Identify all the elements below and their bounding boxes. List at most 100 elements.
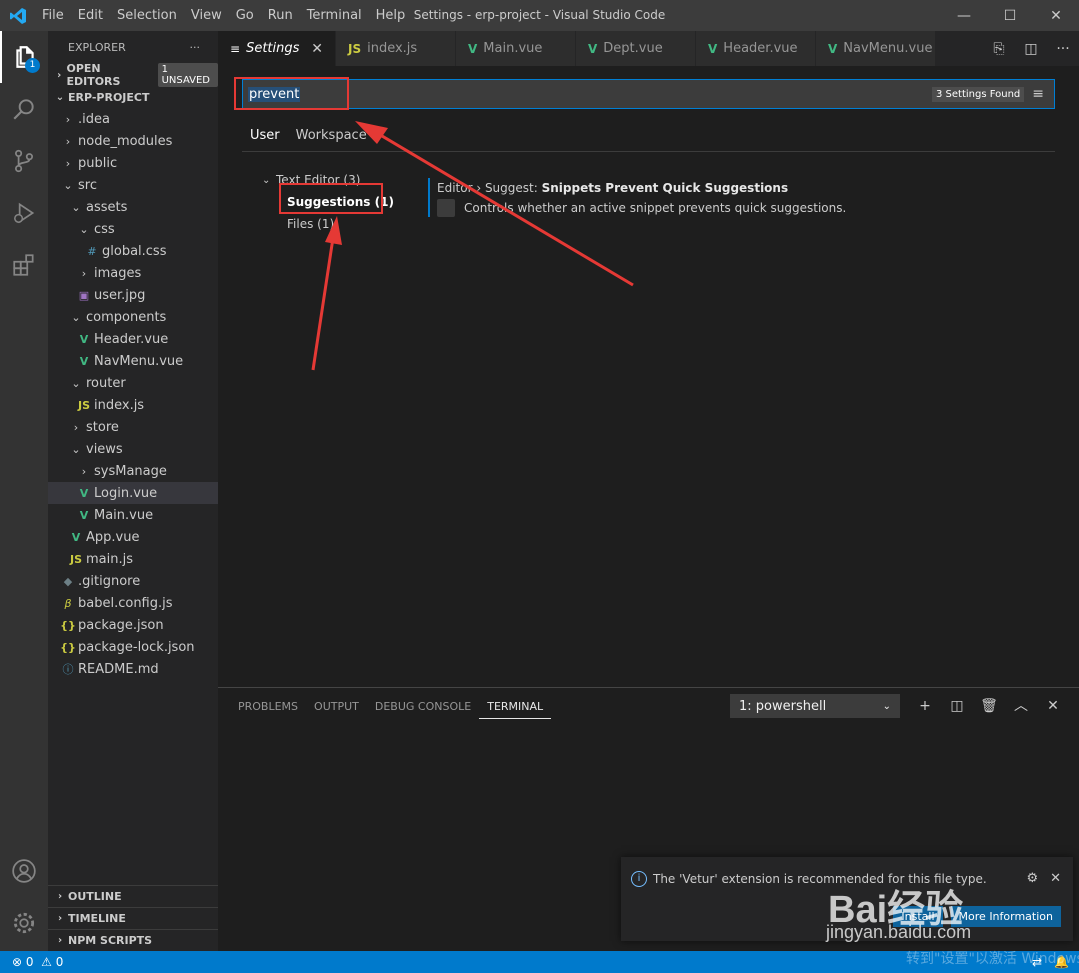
tab-debug-console[interactable]: DEBUG CONSOLE bbox=[367, 696, 479, 719]
tree-item-main-vue[interactable]: V Main.vue bbox=[48, 504, 218, 526]
maximize-button[interactable]: ☐ bbox=[987, 0, 1033, 31]
source-control-button[interactable] bbox=[0, 135, 48, 187]
tree-item-package-lock-json[interactable]: {} package-lock.json bbox=[48, 636, 218, 658]
menu-go[interactable]: Go bbox=[229, 8, 261, 23]
problems-status[interactable]: ⊗ 0 ⚠ 0 bbox=[0, 955, 63, 969]
tree-item-label: main.js bbox=[86, 551, 133, 567]
clear-filter-icon[interactable]: ≡ bbox=[1032, 86, 1044, 102]
tree-item-components[interactable]: ⌄ components bbox=[48, 306, 218, 328]
terminal-select[interactable]: 1: powershell ⌄ bbox=[730, 694, 900, 718]
tree-item-app-vue[interactable]: V App.vue bbox=[48, 526, 218, 548]
timeline-section[interactable]: › TIMELINE bbox=[48, 907, 218, 929]
tab-settings[interactable]: ≡ Settings ✕ bbox=[218, 31, 336, 66]
tree-item-assets[interactable]: ⌄ assets bbox=[48, 196, 218, 218]
tab-terminal[interactable]: TERMINAL bbox=[479, 696, 552, 719]
tab-user[interactable]: User bbox=[242, 126, 288, 152]
menu-view[interactable]: View bbox=[184, 8, 229, 23]
run-debug-button[interactable] bbox=[0, 187, 48, 239]
tab-navmenu-vue[interactable]: V NavMenu.vue bbox=[816, 31, 936, 66]
error-icon: ⊗ bbox=[12, 955, 23, 969]
setting-description: Controls whether an active snippet preve… bbox=[464, 201, 847, 215]
tree-item-index-js[interactable]: JS index.js bbox=[48, 394, 218, 416]
close-panel-icon[interactable]: ✕ bbox=[1037, 694, 1069, 718]
tree-item-store[interactable]: › store bbox=[48, 416, 218, 438]
split-terminal-icon[interactable]: ◫ bbox=[941, 694, 973, 718]
install-button[interactable]: Install bbox=[893, 906, 943, 927]
live-share-icon[interactable]: ⇄ bbox=[1032, 955, 1042, 969]
notifications-bell-icon[interactable]: 🔔 bbox=[1054, 955, 1069, 969]
menu-help[interactable]: Help bbox=[369, 8, 413, 23]
chevron-down-icon: ⌄ bbox=[71, 376, 81, 390]
menu-terminal[interactable]: Terminal bbox=[300, 8, 369, 23]
kill-terminal-icon[interactable]: 🗑 bbox=[973, 694, 1005, 718]
search-icon bbox=[13, 99, 34, 120]
tab-label: Dept.vue bbox=[603, 41, 663, 56]
outline-section[interactable]: › OUTLINE bbox=[48, 885, 218, 907]
more-actions-icon[interactable]: ··· bbox=[190, 41, 201, 54]
tree-item-user-jpg[interactable]: ▣ user.jpg bbox=[48, 284, 218, 306]
more-actions-icon[interactable]: ··· bbox=[1047, 41, 1079, 57]
tree-item-public[interactable]: › public bbox=[48, 152, 218, 174]
settings-search-box[interactable]: prevent 3 Settings Found ≡ bbox=[242, 79, 1055, 109]
accounts-button[interactable] bbox=[0, 845, 48, 897]
split-editor-icon[interactable]: ◫ bbox=[1015, 41, 1047, 57]
close-icon[interactable]: ✕ bbox=[1050, 871, 1061, 886]
close-window-button[interactable]: ✕ bbox=[1033, 0, 1079, 31]
chevron-right-icon: › bbox=[57, 891, 63, 902]
maximize-panel-icon[interactable]: ︿ bbox=[1005, 694, 1037, 718]
toc-files[interactable]: Files (1) bbox=[262, 213, 422, 235]
extensions-button[interactable] bbox=[0, 239, 48, 291]
menu-run[interactable]: Run bbox=[261, 8, 300, 23]
open-editors-section[interactable]: › OPEN EDITORS 1 UNSAVED bbox=[48, 62, 218, 88]
close-tab-icon[interactable]: ✕ bbox=[311, 41, 323, 57]
tree-item-views[interactable]: ⌄ views bbox=[48, 438, 218, 460]
tree-item-readme-md[interactable]: ⓘ README.md bbox=[48, 658, 218, 680]
chevron-right-icon: › bbox=[65, 134, 71, 148]
tree-item-header-vue[interactable]: V Header.vue bbox=[48, 328, 218, 350]
notification-tools: ⚙ ✕ bbox=[1014, 871, 1061, 886]
menu-file[interactable]: File bbox=[35, 8, 71, 23]
menu-selection[interactable]: Selection bbox=[110, 8, 184, 23]
tree-item-global-css[interactable]: # global.css bbox=[48, 240, 218, 262]
tree-item-login-vue[interactable]: V Login.vue bbox=[48, 482, 218, 504]
tree-item-main-js[interactable]: JS main.js bbox=[48, 548, 218, 570]
menu-edit[interactable]: Edit bbox=[71, 8, 110, 23]
tree-item-gitignore[interactable]: ◆ .gitignore bbox=[48, 570, 218, 592]
tree-item-label: .idea bbox=[78, 111, 110, 127]
manage-button[interactable] bbox=[0, 897, 48, 949]
error-count: 0 bbox=[25, 955, 34, 969]
tree-item-sysmanage[interactable]: › sysManage bbox=[48, 460, 218, 482]
new-terminal-icon[interactable]: + bbox=[909, 694, 941, 718]
tab-label: index.js bbox=[367, 41, 418, 56]
npm-scripts-section[interactable]: › NPM SCRIPTS bbox=[48, 929, 218, 951]
tab-workspace[interactable]: Workspace bbox=[288, 126, 375, 152]
gear-icon[interactable]: ⚙ bbox=[1026, 871, 1038, 886]
tab-dept-vue[interactable]: V Dept.vue bbox=[576, 31, 696, 66]
tree-item-src[interactable]: ⌄ src bbox=[48, 174, 218, 196]
tree-item-navmenu-vue[interactable]: V NavMenu.vue bbox=[48, 350, 218, 372]
tree-item-css[interactable]: ⌄ css bbox=[48, 218, 218, 240]
tree-item-node-modules[interactable]: › node_modules bbox=[48, 130, 218, 152]
title-bar: File Edit Selection View Go Run Terminal… bbox=[0, 0, 1079, 31]
minimize-button[interactable]: — bbox=[941, 0, 987, 31]
tab-main-vue[interactable]: V Main.vue bbox=[456, 31, 576, 66]
tree-item-babel-config-js[interactable]: β babel.config.js bbox=[48, 592, 218, 614]
tab-problems[interactable]: PROBLEMS bbox=[230, 696, 306, 719]
tree-item-idea[interactable]: › .idea bbox=[48, 108, 218, 130]
search-view-button[interactable] bbox=[0, 83, 48, 135]
open-settings-json-icon[interactable]: ⎘ bbox=[983, 41, 1015, 57]
tree-item-images[interactable]: › images bbox=[48, 262, 218, 284]
unsaved-badge: 1 UNSAVED bbox=[157, 63, 218, 87]
tree-item-package-json[interactable]: {} package.json bbox=[48, 614, 218, 636]
tab-index-js[interactable]: JS index.js bbox=[336, 31, 456, 66]
tab-header-vue[interactable]: V Header.vue bbox=[696, 31, 816, 66]
notification-message: The 'Vetur' extension is recommended for… bbox=[653, 872, 987, 886]
explorer-button[interactable]: 1 bbox=[0, 31, 48, 83]
tree-item-router[interactable]: ⌄ router bbox=[48, 372, 218, 394]
project-section[interactable]: ⌄ ERP-PROJECT bbox=[48, 86, 218, 108]
settings-file-icon: ≡ bbox=[230, 41, 241, 56]
setting-checkbox[interactable] bbox=[437, 199, 455, 217]
tab-output[interactable]: OUTPUT bbox=[306, 696, 367, 719]
js-file-icon: JS bbox=[348, 41, 362, 56]
more-information-button[interactable]: More Information bbox=[950, 906, 1061, 927]
